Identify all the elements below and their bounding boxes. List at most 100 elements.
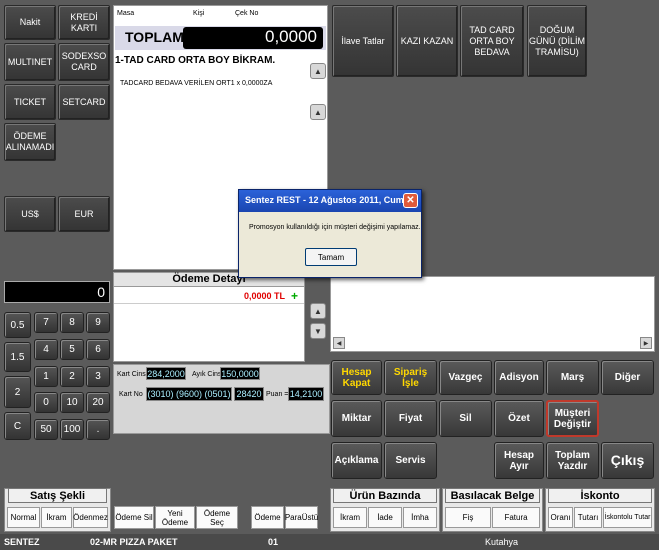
scroll-up-icon[interactable]: ▲ — [310, 63, 326, 79]
card-number-label: Kart No — [119, 391, 143, 398]
key-0-button[interactable]: 0 — [34, 392, 58, 413]
tad-card-free-button[interactable]: TAD CARD ORTA BOY BEDAVA — [460, 5, 524, 77]
discount-rate-button[interactable]: Oranı — [548, 507, 573, 528]
card-type-value: 284,2000 — [146, 367, 186, 380]
total-value: 0,0000 — [183, 27, 323, 49]
delete-button[interactable]: Sil — [439, 400, 492, 437]
credit-card-button[interactable]: KREDİ KARTI — [58, 5, 110, 40]
key-3-button[interactable]: 3 — [86, 366, 110, 387]
header-masa: Masa — [117, 10, 135, 17]
scroll-left-icon[interactable]: ◀ — [333, 337, 345, 349]
order-item-title[interactable]: 1-TAD CARD ORTA BOY BİKRAM. — [115, 55, 275, 66]
scroll-up-small-icon[interactable]: ▲ — [310, 303, 326, 319]
ticket-button[interactable]: TICKET — [4, 84, 56, 120]
payment-tab-button[interactable]: Ödeme — [251, 506, 284, 529]
status-table: 02-MR PIZZA PAKET — [90, 537, 178, 547]
product-based-title: Ürün Bazında — [333, 488, 437, 503]
key-5-button[interactable]: 5 — [60, 339, 84, 360]
header-cek-no: Çek No — [235, 10, 259, 17]
key-50-button[interactable]: 50 — [34, 419, 58, 440]
key-9-button[interactable]: 9 — [86, 312, 110, 333]
exit-button[interactable]: Çıkış — [601, 442, 654, 479]
key-100-button[interactable]: 100 — [60, 419, 84, 440]
key-8-button[interactable]: 8 — [60, 312, 84, 333]
close-icon[interactable]: ✕ — [403, 193, 418, 208]
receipt-document-button[interactable]: Fiş — [445, 507, 491, 528]
description-button[interactable]: Açıklama — [331, 442, 382, 479]
key-4-button[interactable]: 4 — [34, 339, 58, 360]
print-total-button[interactable]: Toplam Yazdır — [546, 442, 599, 479]
discounted-total-button[interactable]: İskontolu Tutar — [603, 507, 652, 528]
summary-button[interactable]: Özet — [494, 400, 544, 437]
close-bill-button[interactable]: Hesap Kapat — [331, 360, 382, 395]
key-6-button[interactable]: 6 — [86, 339, 110, 360]
ok-button[interactable]: Tamam — [305, 248, 357, 266]
scroll-down-icon[interactable]: ▼ — [310, 323, 326, 339]
clear-button[interactable]: C — [4, 412, 31, 440]
setcard-button[interactable]: SETCARD — [58, 84, 110, 120]
keypad-display: 0 — [4, 281, 110, 303]
dialog-title: Sentez REST - 12 Ağustos 2011, Cuma. — [245, 195, 412, 205]
process-order-button[interactable]: Sipariş İşle — [384, 360, 437, 395]
product-return-button[interactable]: İade — [368, 507, 402, 528]
multiplier-1-5-button[interactable]: 1.5 — [4, 342, 31, 372]
sales-normal-button[interactable]: Normal — [7, 507, 40, 528]
select-payment-button[interactable]: Ödeme Seç — [196, 506, 238, 529]
key-10-button[interactable]: 10 — [60, 392, 84, 413]
new-payment-button[interactable]: Yeni Ödeme — [155, 506, 195, 529]
total-row: TOPLAM 0,0000 — [115, 26, 326, 50]
change-customer-button[interactable]: Müşteri Değiştir — [546, 400, 599, 437]
add-payment-icon[interactable]: + — [291, 289, 298, 303]
extra-tastes-button[interactable]: İlave Tatlar — [332, 5, 394, 77]
card-type-label: Kart Cins — [117, 371, 146, 378]
scroll-up-icon-2[interactable]: ▲ — [310, 104, 326, 120]
quantity-button[interactable]: Miktar — [331, 400, 382, 437]
cancel-button[interactable]: Vazgeç — [439, 360, 492, 395]
change-tab-button[interactable]: ParaÜstü — [285, 506, 318, 529]
scratch-win-button[interactable]: KAZI KAZAN — [396, 5, 458, 77]
key-20-button[interactable]: 20 — [86, 392, 110, 413]
service-button[interactable]: Servis — [384, 442, 437, 479]
key-decimal-button[interactable]: . — [86, 419, 110, 440]
product-destroy-button[interactable]: İmha — [403, 507, 437, 528]
scroll-right-icon[interactable]: ▶ — [640, 337, 652, 349]
multiplier-0-5-button[interactable]: 0.5 — [4, 312, 31, 338]
sodexo-card-button[interactable]: SODEXSO CARD — [58, 43, 110, 81]
dialog-message: Promosyon kullanıldığı için müşteri deği… — [249, 224, 421, 231]
split-bill-button[interactable]: Hesap Ayır — [494, 442, 544, 479]
status-company: SENTEZ — [4, 537, 40, 547]
payment-detail-row: 0,0000 TL + — [114, 288, 304, 304]
other-button[interactable]: Diğer — [601, 360, 654, 395]
start-cooking-button[interactable]: Marş — [546, 360, 599, 395]
ayik-type-label: Ayık Cins — [192, 371, 222, 378]
multinet-button[interactable]: MULTINET — [4, 43, 56, 81]
ayik-type-value: 150,0000 — [220, 367, 260, 380]
sales-unpaid-button[interactable]: Ödenmez — [73, 507, 108, 528]
key-2-button[interactable]: 2 — [60, 366, 84, 387]
eur-button[interactable]: EUR — [58, 196, 110, 232]
status-city: Kutahya — [485, 537, 519, 547]
discount-title: İskonto — [548, 488, 652, 503]
sales-treat-button[interactable]: İkram — [41, 507, 72, 528]
invoice-document-button[interactable]: Fatura — [492, 507, 540, 528]
price-button[interactable]: Fiyat — [384, 400, 437, 437]
payment-not-received-button[interactable]: ÖDEME ALINAMADI — [4, 123, 56, 161]
multiplier-2-button[interactable]: 2 — [4, 376, 31, 408]
key-7-button[interactable]: 7 — [34, 312, 58, 333]
card-number-value: (3010) (9600) (0501) — [146, 387, 232, 401]
cash-button[interactable]: Nakit — [4, 5, 56, 40]
discount-amount-button[interactable]: Tutarı — [574, 507, 602, 528]
product-treat-button[interactable]: İkram — [333, 507, 367, 528]
order-header: Masa Kişi Çek No — [115, 8, 326, 21]
birthday-tiramisu-button[interactable]: DOĞUM GÜNÜ (DİLİM TRAMİSU) — [527, 5, 587, 77]
order-item-line[interactable]: TADCARD BEDAVA VERİLEN ORT1 x 0,0000ZA — [120, 80, 272, 87]
receipt-button[interactable]: Adisyon — [494, 360, 544, 395]
usd-button[interactable]: US$ — [4, 196, 56, 232]
dialog-titlebar: Sentez REST - 12 Ağustos 2011, Cuma. ✕ — [239, 190, 421, 212]
total-label: TOPLAM — [125, 29, 184, 45]
key-1-button[interactable]: 1 — [34, 366, 58, 387]
print-document-title: Basılacak Belge — [445, 488, 540, 503]
status-number: 01 — [268, 537, 279, 547]
delete-payment-button[interactable]: Ödeme Sil — [114, 506, 154, 529]
card-extra-value: 28420 — [234, 387, 264, 401]
